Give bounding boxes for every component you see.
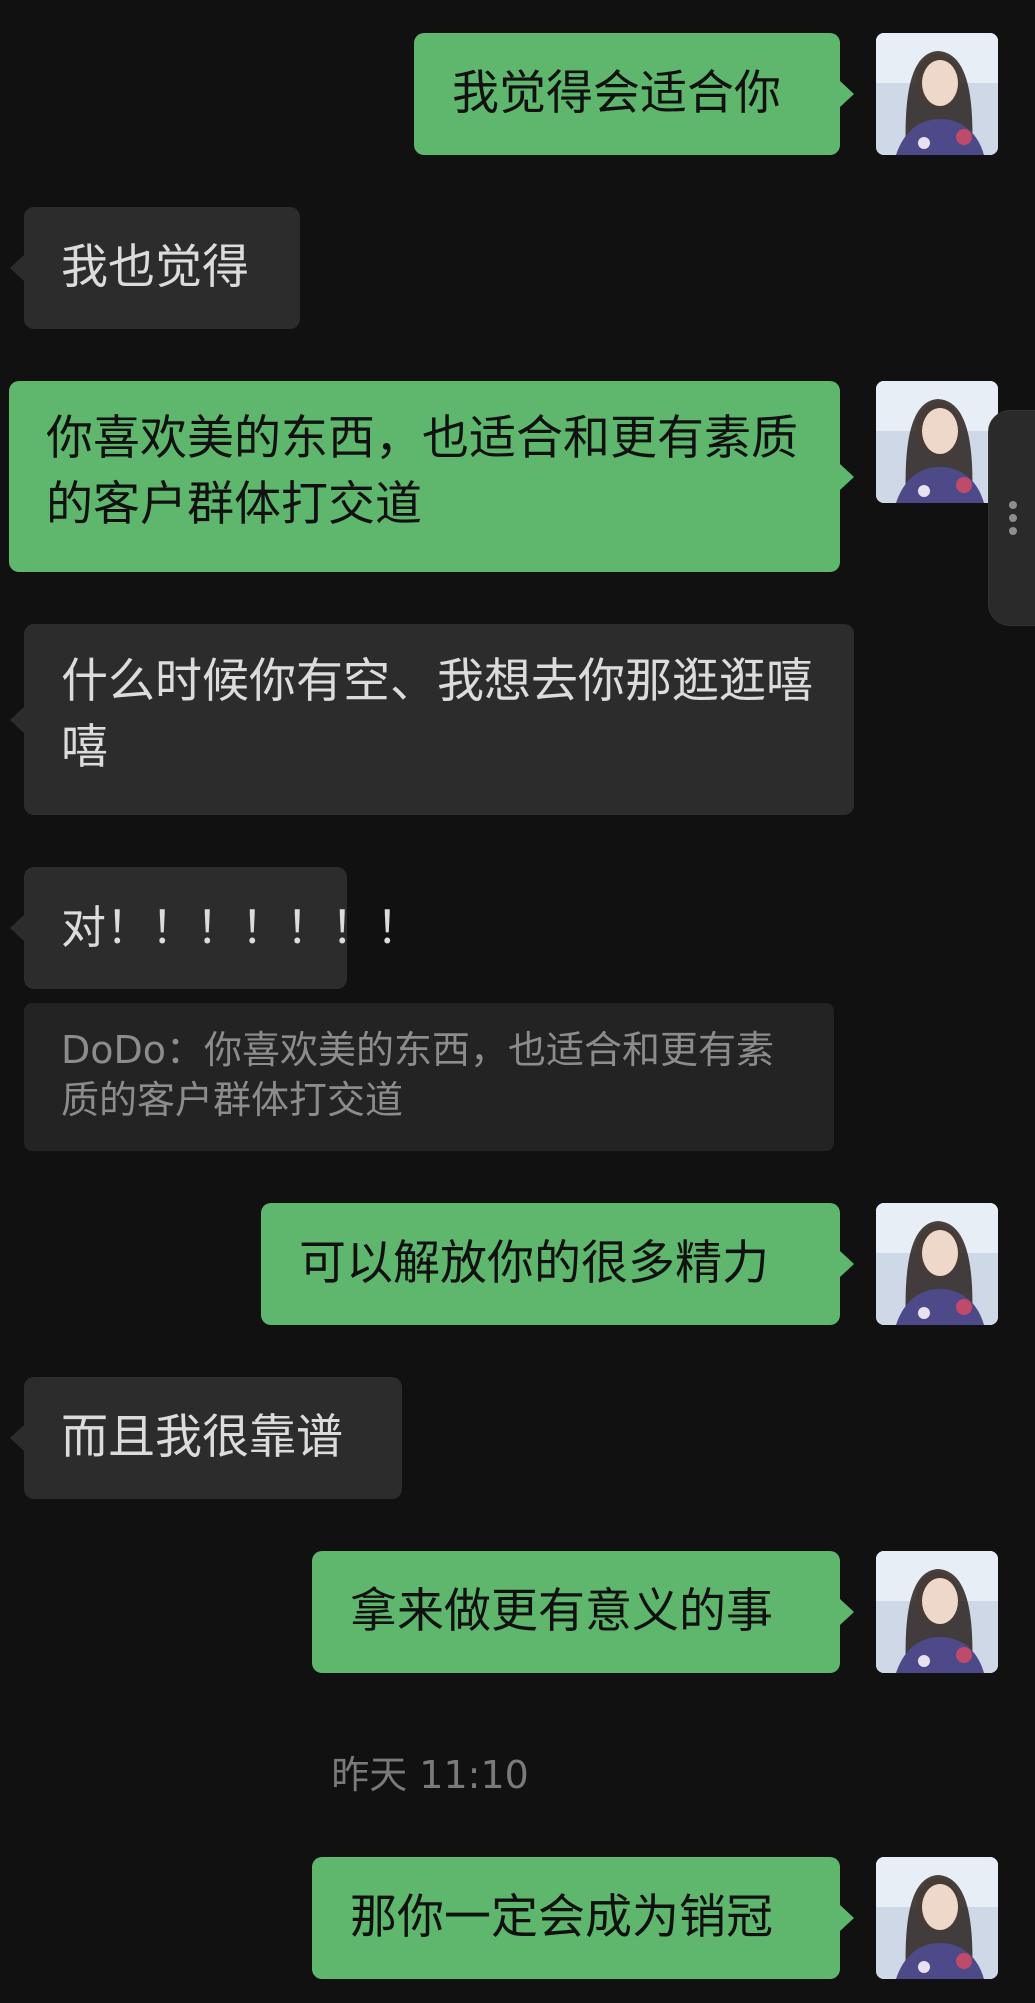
- message-bubble-incoming[interactable]: 什么时候你有空、我想去你那逛逛嘻嘻: [10, 624, 854, 815]
- avatar[interactable]: [876, 33, 998, 155]
- message-bubble-outgoing[interactable]: 可以解放你的很多精力: [261, 1203, 854, 1325]
- message-text: 拿来做更有意义的事: [350, 1584, 773, 1639]
- message-text: 而且我很靠谱: [61, 1410, 343, 1465]
- quoted-text: DoDo：你喜欢美的东西，也适合和更有素质的客户群体打交道: [61, 1028, 775, 1122]
- message-text: 可以解放你的很多精力: [299, 1236, 769, 1291]
- message-bubble-incoming[interactable]: 我也觉得: [10, 207, 300, 329]
- message-bubble-outgoing[interactable]: 我觉得会适合你: [414, 33, 854, 155]
- avatar-photo-icon: [876, 33, 998, 155]
- avatar[interactable]: [876, 381, 998, 503]
- message-bubble-outgoing[interactable]: 你喜欢美的东西，也适合和更有素质的客户群体打交道: [9, 381, 854, 572]
- timestamp: 昨天 11:10: [331, 1753, 529, 1797]
- avatar[interactable]: [876, 1857, 998, 1979]
- message-text: 对！！！！！！！: [61, 901, 422, 954]
- message-text: 那你一定会成为销冠: [350, 1890, 773, 1945]
- avatar-photo-icon: [876, 1203, 998, 1325]
- avatar[interactable]: [876, 1551, 998, 1673]
- more-vertical-icon: [1009, 514, 1017, 522]
- more-vertical-icon: [1009, 527, 1017, 535]
- avatar-photo-icon: [876, 1857, 998, 1979]
- message-bubble-incoming[interactable]: 而且我很靠谱: [10, 1377, 402, 1499]
- message-bubble-incoming[interactable]: 对！！！！！！！: [10, 867, 422, 989]
- message-text: 什么时候你有空、我想去你那逛逛嘻嘻: [61, 654, 813, 775]
- message-text: 你喜欢美的东西，也适合和更有素质的客户群体打交道: [46, 411, 798, 532]
- chat-area: 我觉得会适合你 我也觉得 你喜欢美的东西，也适合和更有素质的客户群体打交道 什么…: [0, 0, 1035, 2003]
- more-vertical-icon: [1009, 501, 1017, 509]
- avatar[interactable]: [876, 1203, 998, 1325]
- message-bubble-outgoing[interactable]: 拿来做更有意义的事: [312, 1551, 854, 1673]
- quoted-message[interactable]: DoDo：你喜欢美的东西，也适合和更有素质的客户群体打交道: [24, 1003, 834, 1151]
- message-text: 我也觉得: [61, 240, 249, 295]
- message-text: 我觉得会适合你: [452, 66, 781, 121]
- avatar-photo-icon: [876, 1551, 998, 1673]
- side-panel-handle[interactable]: [988, 410, 1035, 626]
- avatar-photo-icon: [876, 381, 998, 503]
- message-bubble-outgoing[interactable]: 那你一定会成为销冠: [312, 1857, 854, 1979]
